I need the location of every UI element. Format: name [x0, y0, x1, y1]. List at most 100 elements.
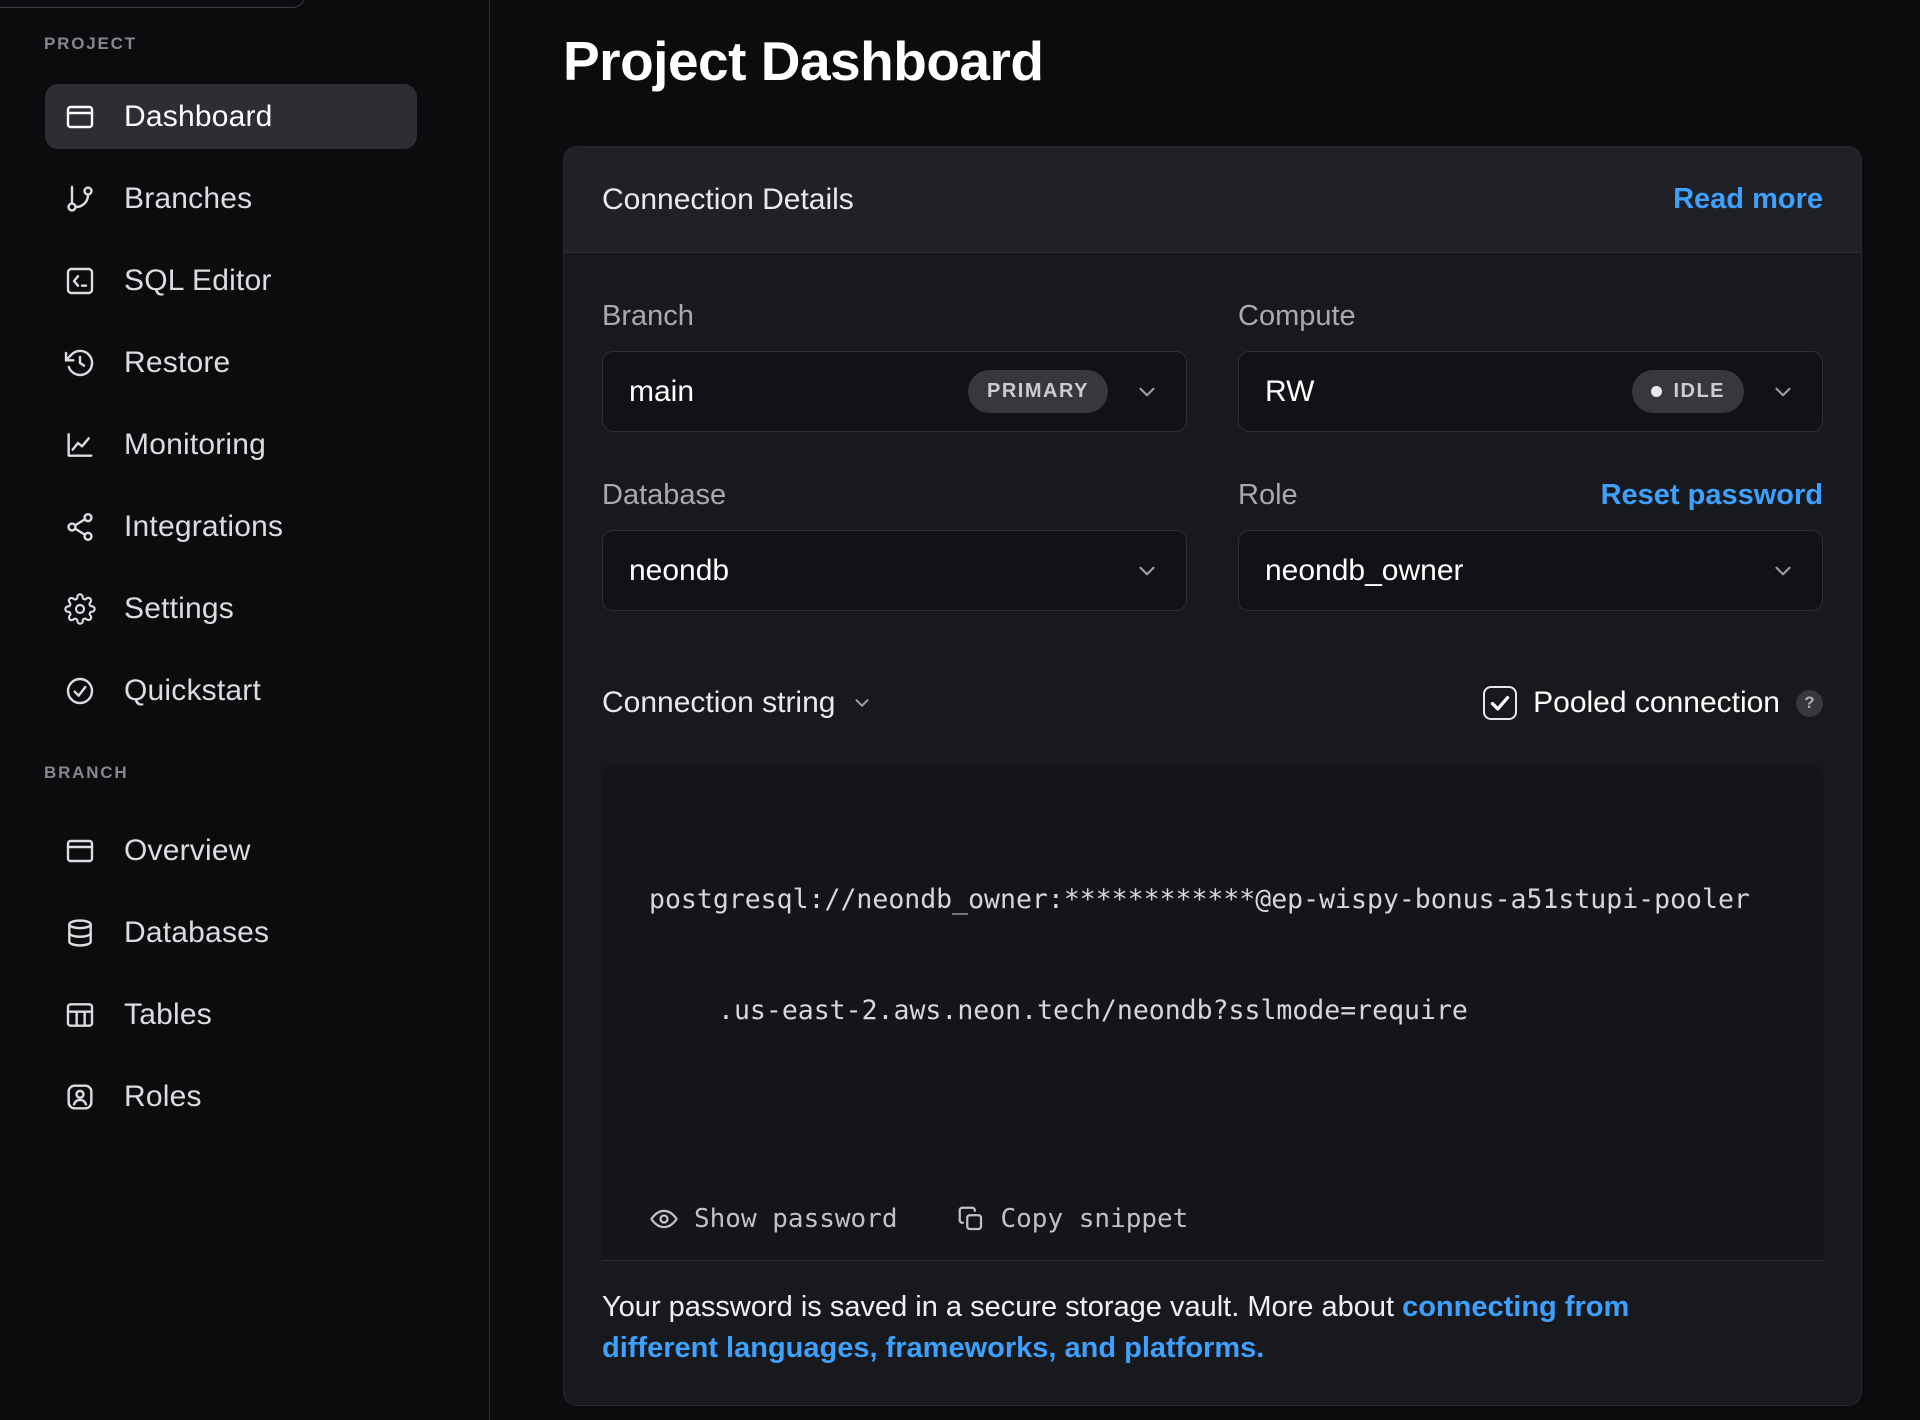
- overview-icon: [64, 835, 96, 867]
- status-dot: [1651, 386, 1662, 397]
- role-select[interactable]: neondb_owner: [1238, 530, 1823, 611]
- role-label: Role: [1238, 479, 1298, 512]
- sidebar-item-label: Integrations: [124, 510, 283, 544]
- sidebar-item-quickstart[interactable]: Quickstart: [45, 658, 417, 723]
- show-password-button[interactable]: Show password: [649, 1204, 898, 1234]
- vault-note-text: Your password is saved in a secure stora…: [602, 1291, 1402, 1323]
- compute-select[interactable]: RW IDLE: [1238, 351, 1823, 432]
- sidebar-item-label: Dashboard: [124, 100, 273, 134]
- form-row-1: Branch main PRIMARY Compute: [602, 299, 1823, 432]
- card-title: Connection Details: [602, 183, 854, 217]
- help-icon[interactable]: ?: [1796, 690, 1823, 717]
- sidebar-item-label: Overview: [124, 834, 251, 868]
- primary-badge-label: PRIMARY: [987, 380, 1089, 403]
- role-value: neondb_owner: [1265, 554, 1464, 588]
- connection-string-line-1: postgresql://neondb_owner:************@e…: [649, 881, 1783, 918]
- card-header: Connection Details Read more: [564, 147, 1861, 253]
- eye-icon: [649, 1204, 679, 1234]
- compute-field: Compute RW IDLE: [1238, 299, 1823, 432]
- read-more-link[interactable]: Read more: [1673, 183, 1823, 216]
- password-vault-note: Your password is saved in a secure stora…: [602, 1287, 1752, 1369]
- branch-label: Branch: [602, 300, 694, 333]
- sidebar-item-label: Quickstart: [124, 674, 261, 708]
- connection-string-label: Connection string: [602, 686, 835, 720]
- branch-select[interactable]: main PRIMARY: [602, 351, 1187, 432]
- idle-status-badge: IDLE: [1632, 370, 1744, 413]
- sidebar-item-label: Databases: [124, 916, 269, 950]
- project-nav: Dashboard Branches SQL Editor Restore: [0, 84, 489, 723]
- database-select[interactable]: neondb: [602, 530, 1187, 611]
- dashboard-icon: [64, 101, 96, 133]
- reset-password-link[interactable]: Reset password: [1601, 479, 1823, 512]
- gear-icon: [64, 593, 96, 625]
- sidebar-item-integrations[interactable]: Integrations: [45, 494, 417, 559]
- sidebar-item-dashboard[interactable]: Dashboard: [45, 84, 417, 149]
- sidebar-section-branch: BRANCH: [0, 763, 489, 783]
- sidebar-item-label: Restore: [124, 346, 230, 380]
- history-icon: [64, 347, 96, 379]
- sidebar-item-monitoring[interactable]: Monitoring: [45, 412, 417, 477]
- sidebar-item-label: Branches: [124, 182, 252, 216]
- branch-value: main: [629, 375, 694, 409]
- card-body: Branch main PRIMARY Compute: [564, 253, 1861, 1405]
- connection-string-dropdown[interactable]: Connection string: [602, 686, 873, 720]
- sidebar-item-label: Monitoring: [124, 428, 266, 462]
- connection-details-card: Connection Details Read more Branch main…: [563, 146, 1862, 1406]
- sidebar-item-overview[interactable]: Overview: [45, 818, 417, 883]
- sidebar-section-project: PROJECT: [0, 34, 489, 54]
- database-value: neondb: [629, 554, 729, 588]
- sidebar-item-sql-editor[interactable]: SQL Editor: [45, 248, 417, 313]
- form-row-2: Database neondb Role Reset password: [602, 478, 1823, 611]
- sidebar-item-settings[interactable]: Settings: [45, 576, 417, 641]
- connection-string-line-2: .us-east-2.aws.neon.tech/neondb?sslmode=…: [649, 992, 1783, 1029]
- role-field: Role Reset password neondb_owner: [1238, 478, 1823, 611]
- sidebar-item-label: Roles: [124, 1080, 202, 1114]
- user-badge-icon: [64, 1081, 96, 1113]
- connection-string-value[interactable]: postgresql://neondb_owner:************@e…: [649, 807, 1783, 1103]
- show-password-label: Show password: [694, 1204, 898, 1234]
- chart-icon: [64, 429, 96, 461]
- sidebar-item-roles[interactable]: Roles: [45, 1064, 417, 1129]
- table-icon: [64, 999, 96, 1031]
- project-selector-remnant: [0, 0, 306, 8]
- check-circle-icon: [64, 675, 96, 707]
- primary-badge: PRIMARY: [968, 370, 1108, 413]
- sidebar-item-databases[interactable]: Databases: [45, 900, 417, 965]
- branch-field: Branch main PRIMARY: [602, 299, 1187, 432]
- connection-string-row: Connection string Pooled connection ?: [602, 683, 1823, 723]
- sidebar-item-label: Settings: [124, 592, 234, 626]
- database-label: Database: [602, 479, 726, 512]
- pooled-connection-checkbox[interactable]: [1483, 686, 1517, 720]
- sidebar-item-tables[interactable]: Tables: [45, 982, 417, 1047]
- copy-snippet-button[interactable]: Copy snippet: [956, 1204, 1189, 1234]
- integrations-icon: [64, 511, 96, 543]
- chevron-down-icon: [1770, 558, 1796, 584]
- code-actions: Show password Copy snippet: [649, 1204, 1783, 1234]
- copy-snippet-label: Copy snippet: [1001, 1204, 1189, 1234]
- chevron-down-icon: [1770, 379, 1796, 405]
- database-icon: [64, 917, 96, 949]
- page-title: Project Dashboard: [563, 28, 1920, 94]
- pooled-connection-toggle: Pooled connection ?: [1483, 686, 1823, 720]
- copy-icon: [956, 1204, 986, 1234]
- app-window: PROJECT Dashboard Branches SQL Editor: [0, 0, 1920, 1420]
- chevron-down-icon: [851, 692, 873, 714]
- idle-badge-label: IDLE: [1673, 380, 1725, 403]
- sidebar-item-branches[interactable]: Branches: [45, 166, 417, 231]
- sql-editor-icon: [64, 265, 96, 297]
- chevron-down-icon: [1134, 379, 1160, 405]
- sidebar-item-label: Tables: [124, 998, 212, 1032]
- sidebar-item-label: SQL Editor: [124, 264, 272, 298]
- database-field: Database neondb: [602, 478, 1187, 611]
- connection-string-panel: postgresql://neondb_owner:************@e…: [602, 765, 1823, 1261]
- pooled-connection-label: Pooled connection: [1533, 686, 1780, 720]
- sidebar: PROJECT Dashboard Branches SQL Editor: [0, 0, 490, 1420]
- chevron-down-icon: [1134, 558, 1160, 584]
- compute-value: RW: [1265, 375, 1314, 409]
- check-icon: [1487, 690, 1513, 716]
- git-branch-icon: [64, 183, 96, 215]
- branch-nav: Overview Databases Tables Roles: [0, 818, 489, 1129]
- main-content: Project Dashboard Connection Details Rea…: [490, 0, 1920, 1420]
- compute-label: Compute: [1238, 300, 1356, 333]
- sidebar-item-restore[interactable]: Restore: [45, 330, 417, 395]
